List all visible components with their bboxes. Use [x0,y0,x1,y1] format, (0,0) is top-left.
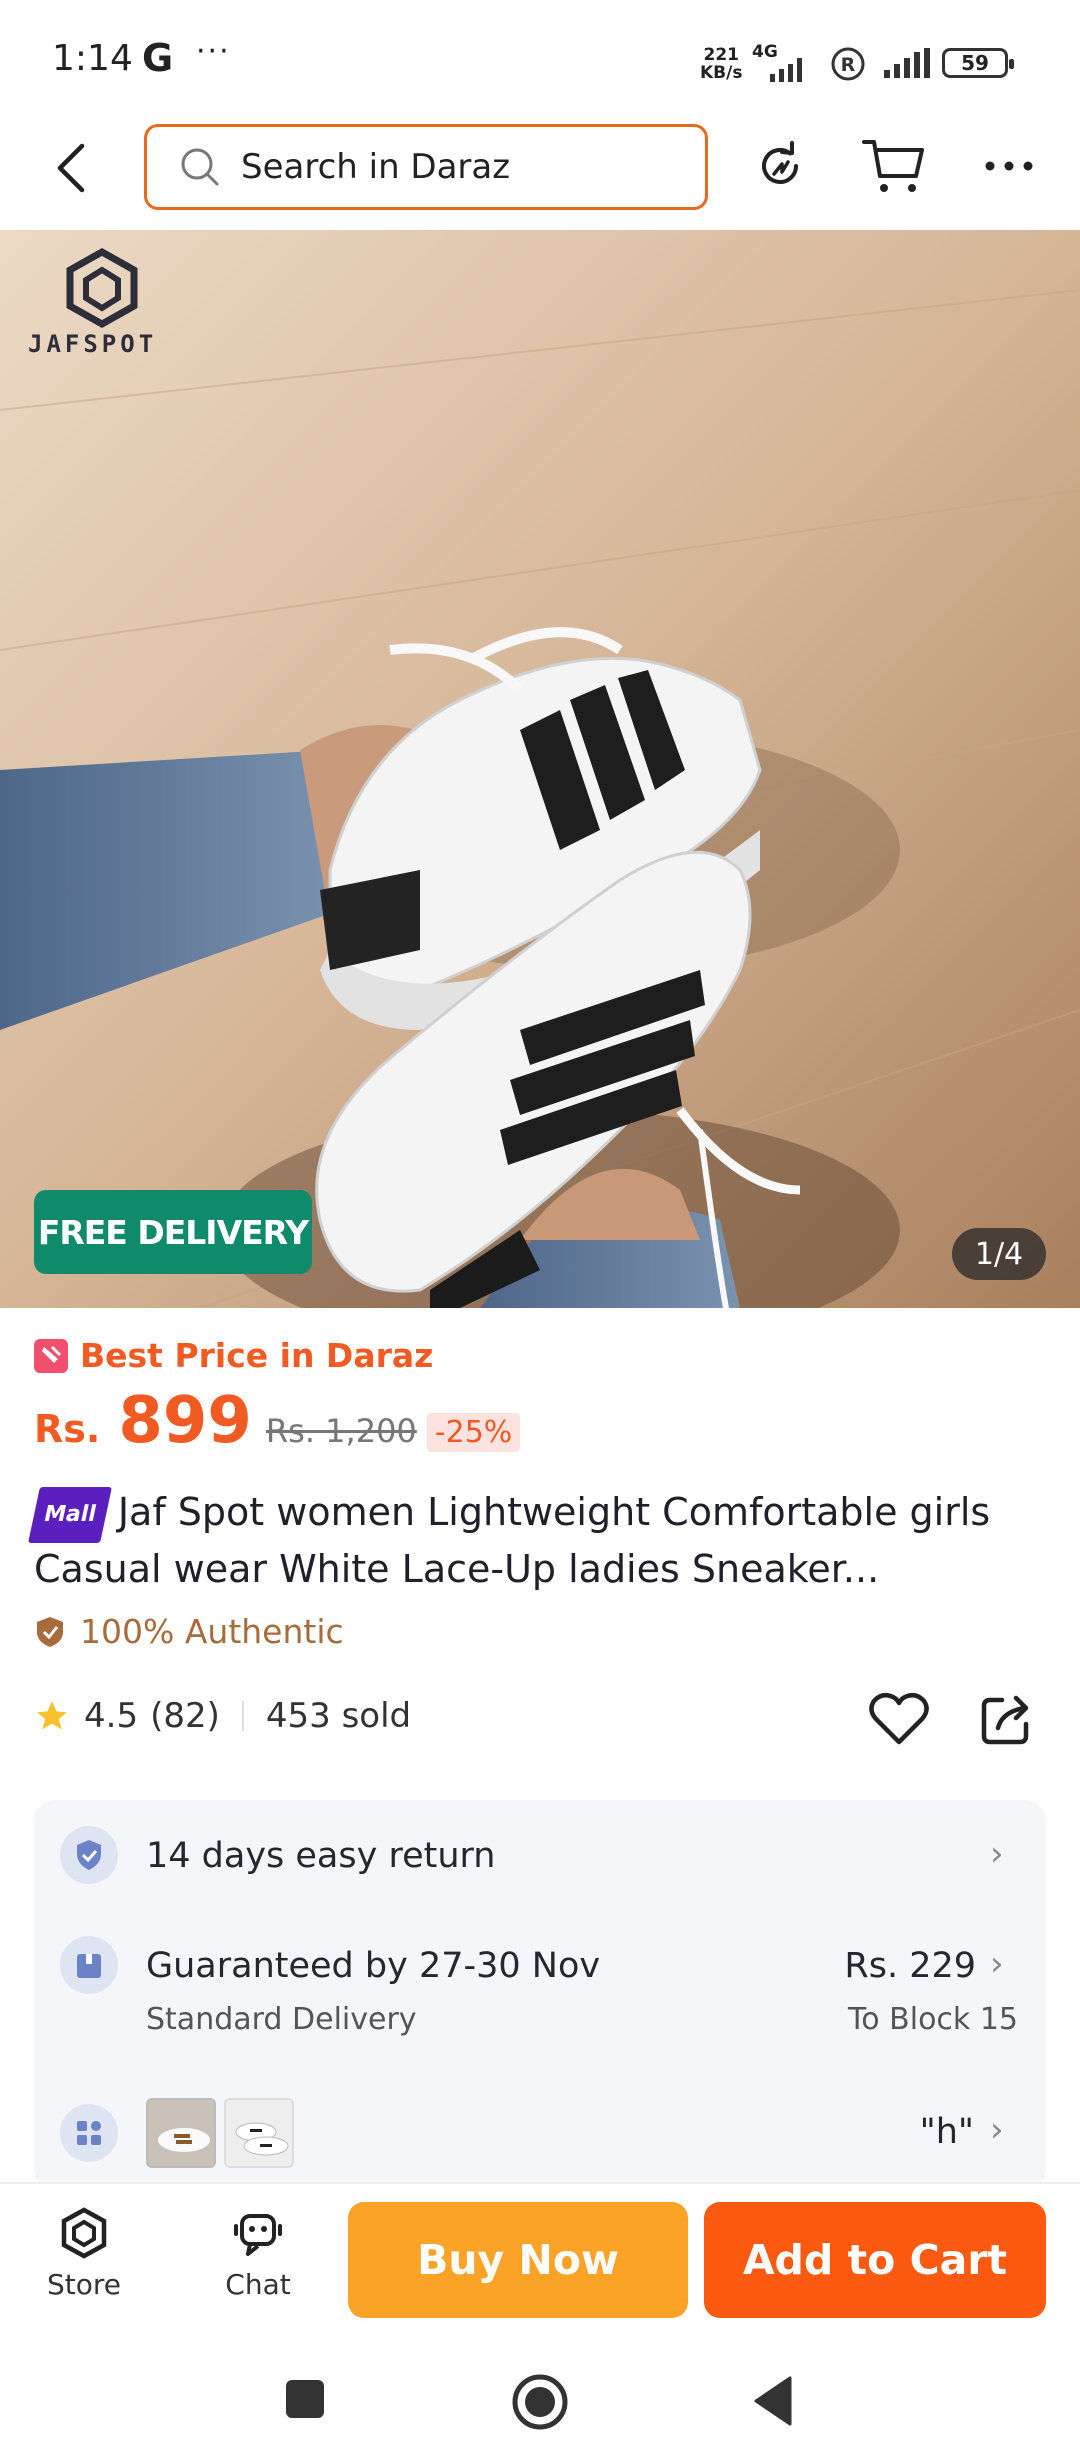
variant-thumbnail[interactable] [224,2098,294,2168]
search-input[interactable]: Search in Daraz [144,124,708,210]
variant-row[interactable]: "h" › [34,2080,1046,2190]
search-icon [181,148,219,186]
rating-value: 4.5 [84,1696,139,1736]
chat-button[interactable]: Chat [210,2206,306,2301]
status-bar: 1:14 G ··· 221 KB/s 4G R 59 [0,0,1080,120]
delivery-location: To Block 15 [848,2002,1018,2037]
service-card: 14 days easy return › Guaranteed by 27-3… [34,1800,1046,2190]
chat-label: Chat [225,2268,291,2301]
wishlist-heart-icon[interactable] [868,1690,930,1748]
star-icon [37,1701,67,1730]
back-icon[interactable] [52,140,92,196]
chevron-right-icon: › [990,1834,1004,1874]
price-currency: Rs. [34,1407,101,1451]
signal-bars-icon [884,48,930,78]
more-icon[interactable] [984,156,1034,176]
share-icon[interactable] [980,1692,1034,1746]
status-time: 1:14 [52,38,133,79]
search-placeholder: Search in Daraz [241,147,511,187]
authentic-badge: 100% Authentic [34,1612,344,1651]
mall-badge: Mall [28,1487,112,1543]
original-price: Rs. 1,200 [265,1412,417,1450]
image-counter: 1/4 [952,1228,1046,1280]
battery-icon: 59 [942,48,1014,78]
price-row: Rs. 899 Rs. 1,200 -25% [34,1384,521,1458]
delivery-row[interactable]: Guaranteed by 27-30 Nov Standard Deliver… [34,1910,1046,2050]
recent-apps-icon[interactable] [284,2378,326,2420]
brand-logo-text: JAFSPOT [28,330,158,358]
delivery-price: Rs. 229 [844,1946,976,1986]
delivery-box-icon [60,1936,118,1994]
discount-badge: -25% [426,1413,521,1452]
bottom-action-bar: Store Chat Buy Now Add to Cart [0,2182,1080,2336]
product-title: Mall Jaf Spot women Lightweight Comfortab… [28,1486,1054,1595]
store-icon [61,2207,107,2259]
variant-value: "h" [919,2112,974,2152]
chat-icon [234,2214,282,2256]
delivery-date: Guaranteed by 27-30 Nov [146,1946,601,1986]
store-button[interactable]: Store [36,2206,132,2301]
registered-icon: R [831,47,865,81]
status-more-icon: ··· [196,34,231,69]
review-count: (82) [150,1696,220,1736]
product-image-gallery[interactable]: JAFSPOT FREE DELIVERY 1/4 [0,230,1080,1308]
delivery-type: Standard Delivery [146,2002,417,2037]
system-navigation-bar [0,2336,1080,2460]
best-price-label: Best Price in Daraz [34,1336,433,1375]
sold-count: 453 sold [265,1696,412,1736]
google-icon: G [142,36,174,80]
divider [241,1701,244,1731]
buy-now-button[interactable]: Buy Now [348,2202,688,2318]
share-refresh-icon[interactable] [752,138,808,194]
best-price-icon [34,1338,68,1373]
return-badge-icon [60,1826,118,1884]
chevron-right-icon: › [990,1944,1004,1984]
variant-thumbnail[interactable] [146,2098,216,2168]
signal-icon [770,58,802,82]
network-speed: 221 KB/s [700,45,743,83]
return-label: 14 days easy return [146,1836,496,1876]
product-photo [0,230,1080,1308]
variant-grid-icon [60,2104,118,2162]
home-icon[interactable] [510,2372,570,2432]
shield-icon [37,1616,63,1647]
free-delivery-badge: FREE DELIVERY [34,1190,312,1274]
price-value: 899 [118,1384,252,1458]
back-nav-icon[interactable] [752,2376,794,2426]
chevron-right-icon: › [990,2110,1004,2150]
add-to-cart-button[interactable]: Add to Cart [704,2202,1046,2318]
return-row[interactable]: 14 days easy return › [34,1800,1046,1910]
store-label: Store [46,2268,121,2301]
cart-icon[interactable] [862,136,926,196]
svg-text:R: R [841,54,856,76]
rating-row[interactable]: 4.5 (82) 453 sold [34,1696,411,1736]
